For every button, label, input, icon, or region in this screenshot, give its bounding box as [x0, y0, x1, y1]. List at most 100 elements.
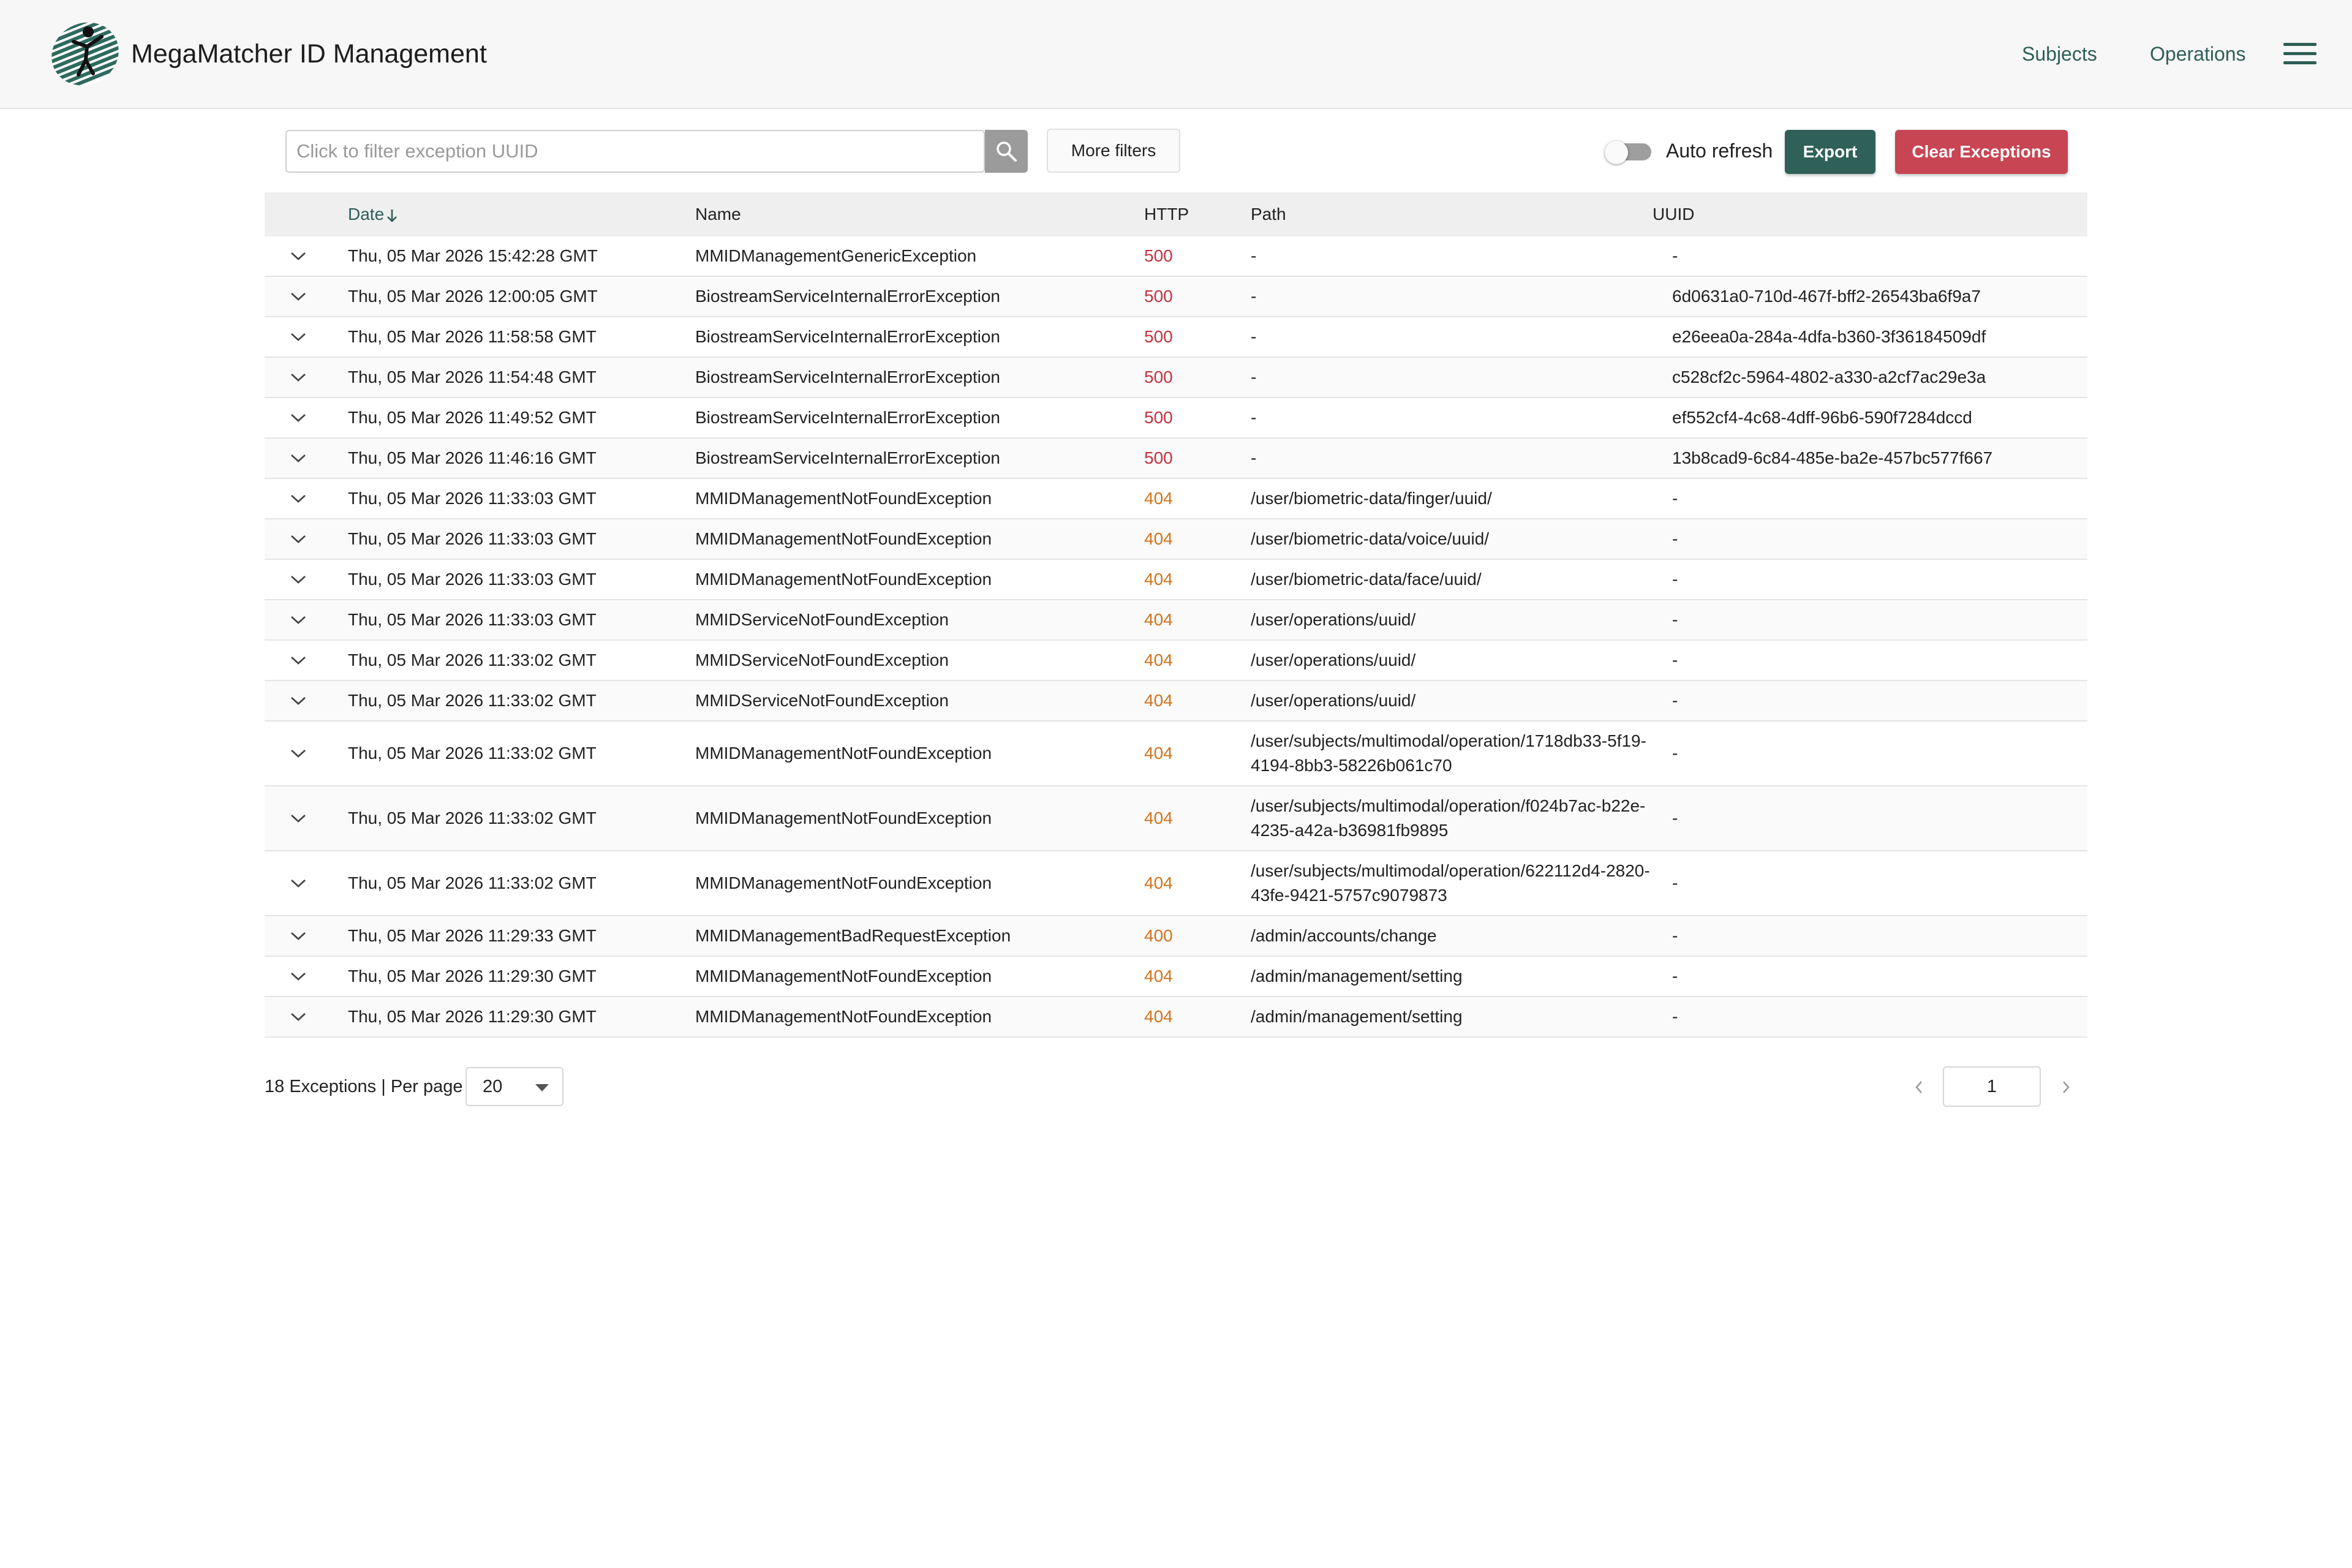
row-http-status: 400 — [1144, 926, 1173, 945]
auto-refresh-toggle[interactable] — [1605, 141, 1653, 164]
exceptions-table: Date Name HTTP Path UUID Thu, 05 Mar 202… — [265, 192, 2087, 1038]
row-http-status: 404 — [1144, 873, 1173, 892]
chevron-down-icon[interactable] — [289, 957, 311, 996]
row-path: /admin/management/setting — [1251, 967, 1463, 986]
row-http-status: 404 — [1144, 744, 1173, 763]
row-date: Thu, 05 Mar 2026 11:33:02 GMT — [348, 691, 597, 710]
row-http-status: 500 — [1144, 287, 1173, 306]
row-name: MMIDManagementNotFoundException — [695, 1007, 992, 1026]
export-button[interactable]: Export — [1785, 130, 1875, 174]
row-name: MMIDServiceNotFoundException — [695, 610, 949, 629]
chevron-down-icon[interactable] — [289, 358, 311, 397]
clear-exceptions-button[interactable]: Clear Exceptions — [1895, 130, 2068, 174]
row-uuid: - — [1672, 926, 1678, 945]
chevron-down-icon[interactable] — [289, 916, 311, 956]
row-uuid: 13b8cad9-6c84-485e-ba2e-457bc577f667 — [1672, 448, 1993, 467]
path-column-header[interactable]: Path — [1251, 192, 1286, 236]
row-uuid: - — [1672, 610, 1678, 629]
table-row[interactable]: Thu, 05 Mar 2026 11:33:02 GMT MMIDService… — [265, 641, 2087, 681]
chevron-down-icon[interactable] — [289, 560, 311, 599]
row-name: MMIDManagementBadRequestException — [695, 926, 1011, 945]
toggle-knob — [1605, 141, 1628, 164]
chevron-down-icon[interactable] — [289, 681, 311, 720]
row-path: /user/subjects/multimodal/operation/6221… — [1251, 861, 1650, 905]
row-http-status: 500 — [1144, 246, 1173, 265]
chevron-down-icon[interactable] — [289, 786, 311, 850]
row-name: MMIDManagementGenericException — [695, 246, 977, 265]
chevron-down-icon[interactable] — [289, 997, 311, 1036]
table-row[interactable]: Thu, 05 Mar 2026 11:46:16 GMT BiostreamSe… — [265, 439, 2087, 479]
table-row[interactable]: Thu, 05 Mar 2026 11:58:58 GMT BiostreamSe… — [265, 317, 2087, 358]
uuid-filter-input[interactable] — [287, 131, 985, 172]
row-uuid: - — [1672, 246, 1678, 265]
chevron-down-icon[interactable] — [289, 851, 311, 915]
row-name: BiostreamServiceInternalErrorException — [695, 287, 1000, 306]
row-path: /admin/management/setting — [1251, 1007, 1463, 1026]
row-date: Thu, 05 Mar 2026 11:33:03 GMT — [348, 610, 597, 629]
table-row[interactable]: Thu, 05 Mar 2026 11:33:02 GMT MMIDManagem… — [265, 722, 2087, 786]
more-filters-button[interactable]: More filters — [1047, 129, 1180, 173]
table-row[interactable]: Thu, 05 Mar 2026 15:42:28 GMT MMIDManagem… — [265, 236, 2087, 277]
row-http-status: 404 — [1144, 610, 1173, 629]
date-header-label: Date — [348, 205, 385, 224]
table-row[interactable]: Thu, 05 Mar 2026 11:29:33 GMT MMIDManagem… — [265, 916, 2087, 957]
row-date: Thu, 05 Mar 2026 11:58:58 GMT — [348, 327, 597, 346]
table-row[interactable]: Thu, 05 Mar 2026 11:33:02 GMT MMIDService… — [265, 681, 2087, 722]
table-row[interactable]: Thu, 05 Mar 2026 11:29:30 GMT MMIDManagem… — [265, 997, 2087, 1038]
uuid-column-header[interactable]: UUID — [1653, 192, 1694, 236]
chevron-down-icon[interactable] — [289, 277, 311, 316]
row-date: Thu, 05 Mar 2026 11:29:30 GMT — [348, 1007, 597, 1026]
nav-operations-link[interactable]: Operations — [2150, 42, 2246, 66]
http-column-header[interactable]: HTTP — [1144, 192, 1189, 236]
chevron-down-icon[interactable] — [289, 317, 311, 356]
chevron-down-icon[interactable] — [289, 641, 311, 680]
row-name: MMIDManagementNotFoundException — [695, 873, 992, 892]
table-row[interactable]: Thu, 05 Mar 2026 11:54:48 GMT BiostreamSe… — [265, 358, 2087, 398]
row-date: Thu, 05 Mar 2026 11:49:52 GMT — [348, 408, 597, 427]
chevron-down-icon[interactable] — [289, 439, 311, 478]
megamatcher-logo-icon[interactable] — [49, 18, 121, 87]
page-number-input[interactable] — [1943, 1066, 2041, 1107]
row-uuid: - — [1672, 744, 1678, 763]
table-row[interactable]: Thu, 05 Mar 2026 11:33:02 GMT MMIDManagem… — [265, 786, 2087, 851]
row-name: MMIDManagementNotFoundException — [695, 809, 992, 827]
chevron-down-icon[interactable] — [289, 722, 311, 785]
table-row[interactable]: Thu, 05 Mar 2026 11:29:30 GMT MMIDManagem… — [265, 957, 2087, 997]
uuid-filter-box — [285, 130, 1028, 173]
table-row[interactable]: Thu, 05 Mar 2026 11:33:03 GMT MMIDManagem… — [265, 560, 2087, 600]
search-button[interactable] — [985, 130, 1028, 173]
table-body: Thu, 05 Mar 2026 15:42:28 GMT MMIDManagem… — [265, 236, 2087, 1038]
table-row[interactable]: Thu, 05 Mar 2026 11:33:03 GMT MMIDService… — [265, 600, 2087, 641]
chevron-down-icon[interactable] — [289, 398, 311, 437]
chevron-down-icon[interactable] — [289, 479, 311, 518]
row-path: /user/biometric-data/finger/uuid/ — [1251, 489, 1492, 508]
chevron-down-icon[interactable] — [289, 519, 311, 559]
chevron-down-icon[interactable] — [289, 236, 311, 276]
row-name: BiostreamServiceInternalErrorException — [695, 448, 1000, 467]
table-row[interactable]: Thu, 05 Mar 2026 11:33:03 GMT MMIDManagem… — [265, 519, 2087, 560]
nav-subjects-link[interactable]: Subjects — [2022, 42, 2097, 66]
date-column-header[interactable]: Date — [348, 192, 399, 236]
row-path: - — [1251, 448, 1257, 467]
chevron-right-icon[interactable] — [2057, 1077, 2075, 1098]
row-name: MMIDServiceNotFoundException — [695, 691, 949, 710]
chevron-down-icon[interactable] — [289, 600, 311, 639]
table-row[interactable]: Thu, 05 Mar 2026 11:33:03 GMT MMIDManagem… — [265, 479, 2087, 519]
per-page-select[interactable]: 20 — [466, 1067, 564, 1106]
name-column-header[interactable]: Name — [695, 192, 741, 236]
table-row[interactable]: Thu, 05 Mar 2026 11:49:52 GMT BiostreamSe… — [265, 398, 2087, 439]
row-path: /user/operations/uuid/ — [1251, 610, 1416, 629]
table-row[interactable]: Thu, 05 Mar 2026 12:00:05 GMT BiostreamSe… — [265, 277, 2087, 317]
hamburger-menu-icon[interactable] — [2283, 42, 2316, 66]
row-http-status: 404 — [1144, 570, 1173, 589]
row-uuid: - — [1672, 570, 1678, 589]
row-name: MMIDManagementNotFoundException — [695, 570, 992, 589]
row-path: /user/biometric-data/face/uuid/ — [1251, 570, 1482, 589]
app-title: MegaMatcher ID Management — [131, 39, 487, 69]
row-http-status: 404 — [1144, 529, 1173, 548]
row-date: Thu, 05 Mar 2026 12:00:05 GMT — [348, 287, 598, 306]
chevron-left-icon[interactable] — [1910, 1077, 1928, 1098]
row-name: BiostreamServiceInternalErrorException — [695, 368, 1000, 386]
table-row[interactable]: Thu, 05 Mar 2026 11:33:02 GMT MMIDManagem… — [265, 851, 2087, 916]
row-path: - — [1251, 327, 1257, 346]
